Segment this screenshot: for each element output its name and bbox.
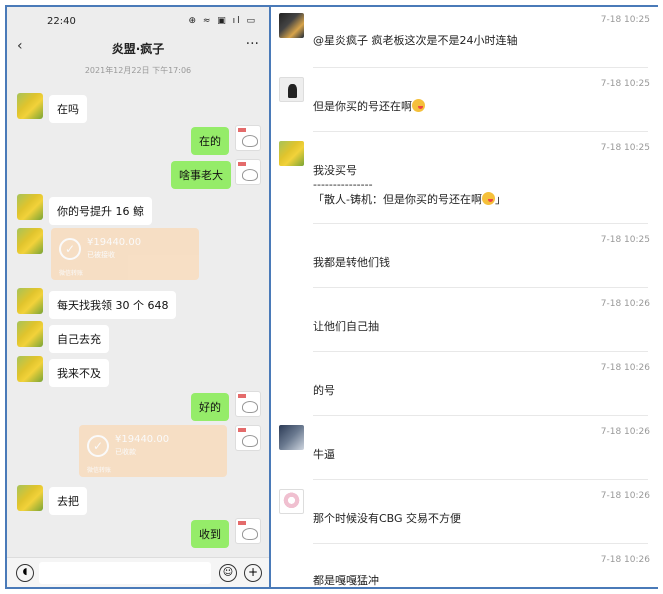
message-bubble: 在的 [191,127,229,155]
log-entry: 7-18 10:26 那个时候没有CBG 交易不方便 [271,481,658,545]
entry-text: 的号 [313,384,335,397]
user-avatar[interactable] [279,13,304,38]
message-bubble: 自己去充 [49,325,109,353]
message-input[interactable] [39,562,211,584]
log-entry: 7-18 10:26 让他们自己抽 [271,289,658,353]
user-avatar[interactable] [279,489,304,514]
log-entry: 7-18 10:26 牛逼 [271,417,658,481]
entry-time: 7-18 10:25 [600,143,650,153]
contact-avatar[interactable] [17,194,43,220]
log-entry: 7-18 10:25 我都是转他们钱 [271,225,658,289]
entry-separator [313,543,648,544]
entry-separator [313,223,648,224]
user-avatar[interactable] [279,425,304,450]
voice-icon[interactable]: ◖ [16,564,34,582]
self-avatar[interactable] [235,425,261,451]
emoji-icon[interactable]: ☺ [219,564,237,582]
grimace-emoji-icon [412,99,425,112]
transfer-footer: 微信转账 [59,270,84,277]
check-icon: ✓ [87,435,109,457]
contact-avatar[interactable] [17,288,43,314]
entry-text: 牛逼 [313,448,335,461]
quote-text-row: 「散人-铸机：但是你买的号还在啊」 [313,192,506,207]
transfer-status: 已被接收 [87,251,115,259]
message-bubble: 我来不及 [49,359,109,387]
plus-icon[interactable]: + [244,564,262,582]
entry-text-row: 但是你买的号还在啊 [313,99,425,114]
entry-text: 都是嘎嘎猛冲 [313,574,379,587]
transfer-amount: ¥19440.00 [115,434,170,445]
message-bubble: 啥事老大 [171,161,231,189]
entry-time: 7-18 10:26 [600,299,650,309]
contact-avatar[interactable] [17,356,43,382]
entry-text: 那个时候没有CBG 交易不方便 [313,512,462,525]
quote-text: 「散人-铸机：但是你买的号还在啊 [313,193,482,206]
transfer-status: 已收款 [115,448,136,456]
contact-avatar[interactable] [17,321,43,347]
log-entry: 7-18 10:25 @星炎疯子 疯老板这次是不是24小时连轴 [271,7,658,71]
entry-text: 我没买号 [313,164,357,177]
status-time: 22:40 [47,16,76,27]
entry-time: 7-18 10:26 [600,427,650,437]
log-entry: 7-18 10:26 的号 [271,353,658,417]
transfer-amount: ¥19440.00 [87,237,142,248]
entry-text: 但是你买的号还在啊 [313,100,412,113]
entry-separator [313,131,648,132]
log-entry: 7-18 10:26 都是嘎嘎猛冲 [271,545,658,587]
log-entry: 7-18 10:25 我没买号 --------------- 「散人-铸机：但… [271,135,658,225]
self-avatar[interactable] [235,125,261,151]
grimace-emoji-icon [481,192,495,205]
entry-text: 我都是转他们钱 [313,256,390,269]
check-icon: ✓ [59,238,81,260]
entry-text: 让他们自己抽 [313,320,379,333]
entry-separator [313,351,648,352]
self-avatar[interactable] [235,391,261,417]
entry-separator [313,415,648,416]
transfer-card[interactable]: ✓ ¥19440.00 已收款 微信转账 [79,425,227,477]
self-avatar[interactable] [235,518,261,544]
user-avatar[interactable] [279,141,304,166]
user-avatar[interactable] [279,77,304,102]
entry-separator [313,479,648,480]
quote-separator: --------------- [313,178,373,191]
log-entry: 7-18 10:25 但是你买的号还在啊 [271,71,658,135]
self-avatar[interactable] [235,159,261,185]
input-bar: ◖ ☺ + [7,557,269,587]
chat-title: 炎盟·疯子 [111,42,165,56]
entry-time: 7-18 10:26 [600,491,650,501]
message-bubble: 好的 [191,393,229,421]
entry-separator [313,287,648,288]
message-bubble: 你的号提升 16 鲸 [49,197,152,225]
message-bubble: 在吗 [49,95,87,123]
entry-time: 7-18 10:25 [600,79,650,89]
transfer-footer: 微信转账 [87,467,112,474]
message-bubble: 每天找我领 30 个 648 [49,291,177,319]
entry-separator [313,67,648,68]
screenshot-frame: 22:40 ⊕ ≈ ▣ ıl ▭ ‹ 炎盟·疯子 ··· 2021年12月22日… [5,5,658,589]
chat-header: ‹ 炎盟·疯子 ··· [7,33,269,61]
chat-log-panel: 7-18 10:25 @星炎疯子 疯老板这次是不是24小时连轴 7-18 10:… [271,7,658,587]
transfer-card[interactable]: ✓ ¥19440.00 已被接收 微信转账 [51,228,199,280]
entry-time: 7-18 10:26 [600,555,650,565]
message-bubble: 收到 [191,520,229,548]
more-icon[interactable]: ··· [246,36,259,52]
entry-text: @星炎疯子 疯老板这次是不是24小时连轴 [313,34,518,47]
status-icons: ⊕ ≈ ▣ ıl ▭ [188,16,257,26]
entry-time: 7-18 10:25 [600,235,650,245]
contact-avatar[interactable] [17,485,43,511]
quote-close: 」 [494,193,506,206]
entry-time: 7-18 10:26 [600,363,650,373]
date-stamp: 2021年12月22日 下午17:06 [84,66,192,75]
phone-chat-screen: 22:40 ⊕ ≈ ▣ ıl ▭ ‹ 炎盟·疯子 ··· 2021年12月22日… [7,7,269,587]
contact-avatar[interactable] [17,93,43,119]
entry-time: 7-18 10:25 [600,15,650,25]
status-bar: 22:40 ⊕ ≈ ▣ ıl ▭ [7,7,269,33]
contact-avatar[interactable] [17,228,43,254]
message-bubble: 去把 [49,487,87,515]
